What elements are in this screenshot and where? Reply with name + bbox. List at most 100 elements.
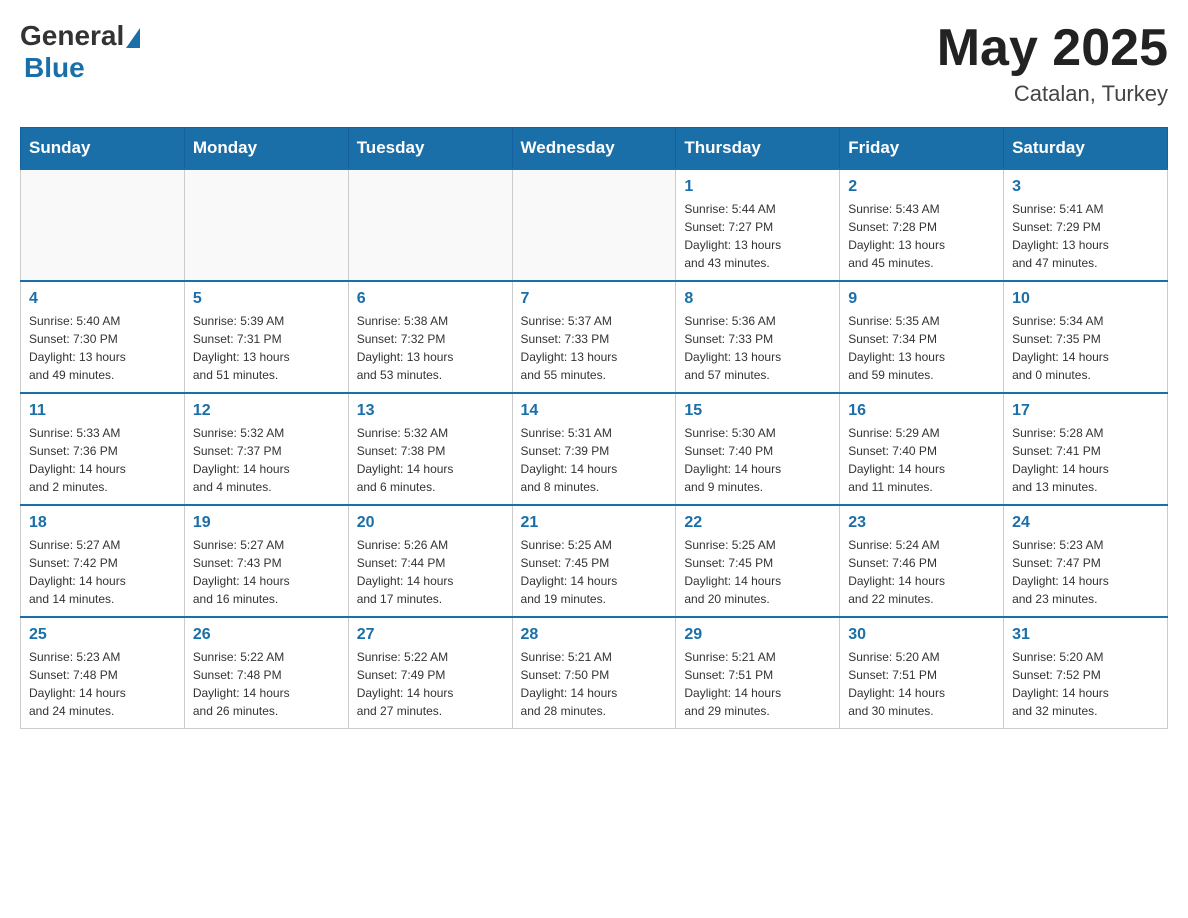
day-number: 1: [684, 178, 831, 196]
calendar-cell: 31 Sunrise: 5:20 AM Sunset: 7:52 PM Dayli…: [1004, 617, 1168, 729]
day-number: 16: [848, 402, 995, 420]
day-number: 27: [357, 626, 504, 644]
day-info: Sunrise: 5:39 AM Sunset: 7:31 PM Dayligh…: [193, 312, 340, 384]
day-info: Sunrise: 5:37 AM Sunset: 7:33 PM Dayligh…: [521, 312, 668, 384]
calendar-cell: [184, 169, 348, 281]
day-number: 7: [521, 290, 668, 308]
calendar-cell: 8Sunrise: 5:36 AM Sunset: 7:33 PM Daylig…: [676, 281, 840, 393]
calendar-header-row: SundayMondayTuesdayWednesdayThursdayFrid…: [21, 128, 1168, 170]
day-number: 20: [357, 514, 504, 532]
calendar-cell: 15 Sunrise: 5:30 AM Sunset: 7:40 PM Dayli…: [676, 393, 840, 505]
calendar-cell: 25 Sunrise: 5:23 AM Sunset: 7:48 PM Dayli…: [21, 617, 185, 729]
calendar-cell: 1 Sunrise: 5:44 AM Sunset: 7:27 PM Daylig…: [676, 169, 840, 281]
calendar-cell: 23 Sunrise: 5:24 AM Sunset: 7:46 PM Dayli…: [840, 505, 1004, 617]
calendar-cell: [512, 169, 676, 281]
day-number: 25: [29, 626, 176, 644]
calendar-cell: 24 Sunrise: 5:23 AM Sunset: 7:47 PM Dayli…: [1004, 505, 1168, 617]
day-info: Sunrise: 5:32 AM Sunset: 7:37 PM Dayligh…: [193, 424, 340, 496]
calendar-cell: 20 Sunrise: 5:26 AM Sunset: 7:44 PM Dayli…: [348, 505, 512, 617]
day-info: Sunrise: 5:41 AM Sunset: 7:29 PM Dayligh…: [1012, 200, 1159, 272]
day-number: 31: [1012, 626, 1159, 644]
column-header-wednesday: Wednesday: [512, 128, 676, 170]
day-info: Sunrise: 5:34 AM Sunset: 7:35 PM Dayligh…: [1012, 312, 1159, 384]
calendar-cell: 22 Sunrise: 5:25 AM Sunset: 7:45 PM Dayli…: [676, 505, 840, 617]
day-info: Sunrise: 5:27 AM Sunset: 7:42 PM Dayligh…: [29, 536, 176, 608]
day-info: Sunrise: 5:24 AM Sunset: 7:46 PM Dayligh…: [848, 536, 995, 608]
day-number: 5: [193, 290, 340, 308]
day-number: 2: [848, 178, 995, 196]
calendar-cell: [348, 169, 512, 281]
calendar-cell: 27Sunrise: 5:22 AM Sunset: 7:49 PM Dayli…: [348, 617, 512, 729]
calendar-cell: 30Sunrise: 5:20 AM Sunset: 7:51 PM Dayli…: [840, 617, 1004, 729]
calendar-cell: 12 Sunrise: 5:32 AM Sunset: 7:37 PM Dayli…: [184, 393, 348, 505]
day-number: 11: [29, 402, 176, 420]
day-info: Sunrise: 5:23 AM Sunset: 7:47 PM Dayligh…: [1012, 536, 1159, 608]
day-number: 28: [521, 626, 668, 644]
week-row-1: 1 Sunrise: 5:44 AM Sunset: 7:27 PM Daylig…: [21, 169, 1168, 281]
day-number: 6: [357, 290, 504, 308]
column-header-thursday: Thursday: [676, 128, 840, 170]
calendar-table: SundayMondayTuesdayWednesdayThursdayFrid…: [20, 127, 1168, 729]
column-header-saturday: Saturday: [1004, 128, 1168, 170]
calendar-cell: 10 Sunrise: 5:34 AM Sunset: 7:35 PM Dayli…: [1004, 281, 1168, 393]
calendar-cell: 26Sunrise: 5:22 AM Sunset: 7:48 PM Dayli…: [184, 617, 348, 729]
calendar-cell: 2 Sunrise: 5:43 AM Sunset: 7:28 PM Daylig…: [840, 169, 1004, 281]
column-header-friday: Friday: [840, 128, 1004, 170]
logo-general-text: General: [20, 20, 124, 52]
day-number: 19: [193, 514, 340, 532]
day-info: Sunrise: 5:31 AM Sunset: 7:39 PM Dayligh…: [521, 424, 668, 496]
day-info: Sunrise: 5:20 AM Sunset: 7:51 PM Dayligh…: [848, 648, 995, 720]
calendar-cell: 9 Sunrise: 5:35 AM Sunset: 7:34 PM Daylig…: [840, 281, 1004, 393]
day-info: Sunrise: 5:38 AM Sunset: 7:32 PM Dayligh…: [357, 312, 504, 384]
calendar-cell: 29Sunrise: 5:21 AM Sunset: 7:51 PM Dayli…: [676, 617, 840, 729]
week-row-3: 11 Sunrise: 5:33 AM Sunset: 7:36 PM Dayli…: [21, 393, 1168, 505]
location-subtitle: Catalan, Turkey: [937, 81, 1168, 107]
day-info: Sunrise: 5:44 AM Sunset: 7:27 PM Dayligh…: [684, 200, 831, 272]
month-year-title: May 2025: [937, 20, 1168, 77]
day-info: Sunrise: 5:23 AM Sunset: 7:48 PM Dayligh…: [29, 648, 176, 720]
day-info: Sunrise: 5:33 AM Sunset: 7:36 PM Dayligh…: [29, 424, 176, 496]
day-number: 22: [684, 514, 831, 532]
day-number: 10: [1012, 290, 1159, 308]
week-row-4: 18 Sunrise: 5:27 AM Sunset: 7:42 PM Dayli…: [21, 505, 1168, 617]
day-number: 26: [193, 626, 340, 644]
day-number: 15: [684, 402, 831, 420]
day-number: 24: [1012, 514, 1159, 532]
calendar-cell: 21Sunrise: 5:25 AM Sunset: 7:45 PM Dayli…: [512, 505, 676, 617]
day-number: 12: [193, 402, 340, 420]
day-info: Sunrise: 5:25 AM Sunset: 7:45 PM Dayligh…: [521, 536, 668, 608]
day-number: 9: [848, 290, 995, 308]
day-number: 17: [1012, 402, 1159, 420]
calendar-cell: 19 Sunrise: 5:27 AM Sunset: 7:43 PM Dayli…: [184, 505, 348, 617]
day-number: 3: [1012, 178, 1159, 196]
day-info: Sunrise: 5:30 AM Sunset: 7:40 PM Dayligh…: [684, 424, 831, 496]
logo: General Blue: [20, 20, 142, 84]
day-info: Sunrise: 5:40 AM Sunset: 7:30 PM Dayligh…: [29, 312, 176, 384]
calendar-cell: 5 Sunrise: 5:39 AM Sunset: 7:31 PM Daylig…: [184, 281, 348, 393]
day-number: 23: [848, 514, 995, 532]
calendar-cell: [21, 169, 185, 281]
day-number: 8: [684, 290, 831, 308]
column-header-sunday: Sunday: [21, 128, 185, 170]
day-info: Sunrise: 5:27 AM Sunset: 7:43 PM Dayligh…: [193, 536, 340, 608]
logo-blue-text: Blue: [24, 52, 85, 83]
title-area: May 2025 Catalan, Turkey: [937, 20, 1168, 107]
calendar-cell: 17 Sunrise: 5:28 AM Sunset: 7:41 PM Dayli…: [1004, 393, 1168, 505]
day-number: 4: [29, 290, 176, 308]
day-info: Sunrise: 5:32 AM Sunset: 7:38 PM Dayligh…: [357, 424, 504, 496]
logo-triangle-icon: [126, 28, 140, 48]
day-info: Sunrise: 5:35 AM Sunset: 7:34 PM Dayligh…: [848, 312, 995, 384]
day-info: Sunrise: 5:28 AM Sunset: 7:41 PM Dayligh…: [1012, 424, 1159, 496]
calendar-cell: 16Sunrise: 5:29 AM Sunset: 7:40 PM Dayli…: [840, 393, 1004, 505]
day-number: 29: [684, 626, 831, 644]
day-info: Sunrise: 5:20 AM Sunset: 7:52 PM Dayligh…: [1012, 648, 1159, 720]
calendar-cell: 11 Sunrise: 5:33 AM Sunset: 7:36 PM Dayli…: [21, 393, 185, 505]
calendar-cell: 28Sunrise: 5:21 AM Sunset: 7:50 PM Dayli…: [512, 617, 676, 729]
day-number: 18: [29, 514, 176, 532]
day-info: Sunrise: 5:25 AM Sunset: 7:45 PM Dayligh…: [684, 536, 831, 608]
day-info: Sunrise: 5:43 AM Sunset: 7:28 PM Dayligh…: [848, 200, 995, 272]
page-header: General Blue May 2025 Catalan, Turkey: [20, 20, 1168, 107]
calendar-cell: 6 Sunrise: 5:38 AM Sunset: 7:32 PM Daylig…: [348, 281, 512, 393]
calendar-cell: 3 Sunrise: 5:41 AM Sunset: 7:29 PM Daylig…: [1004, 169, 1168, 281]
day-info: Sunrise: 5:26 AM Sunset: 7:44 PM Dayligh…: [357, 536, 504, 608]
